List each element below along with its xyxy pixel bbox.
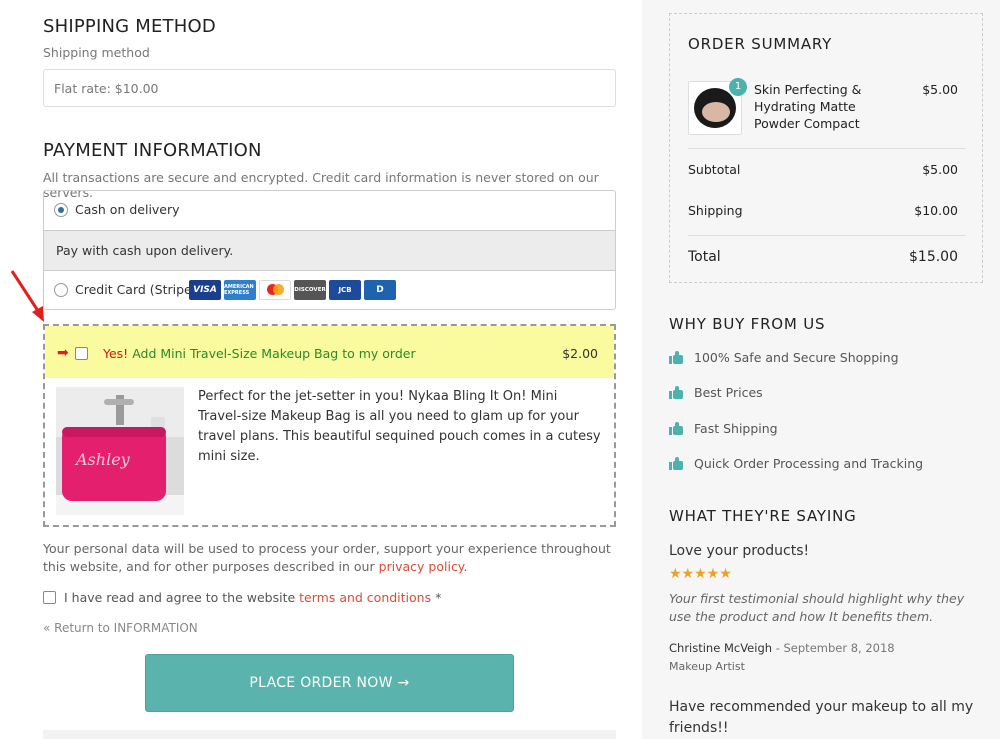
why-item: Best Prices [669,385,763,400]
terms-row: I have read and agree to the website ter… [43,590,441,605]
terms-checkbox[interactable] [43,591,56,604]
shipping-method-label: Shipping method [43,45,150,60]
testimonial-author-role: Makeup Artist [669,660,745,673]
why-item: Quick Order Processing and Tracking [669,456,923,471]
order-summary-heading: ORDER SUMMARY [688,35,833,53]
upsell-product-image: Ashley [56,387,184,515]
subtotal-label: Subtotal [688,162,741,177]
card-icons: VISA AMERICAN EXPRESS DISCOVER JCB D [189,280,396,300]
arrow-right-icon: ➡ [57,345,69,361]
upsell-description: Perfect for the jet-setter in you! Nykaa… [198,389,601,464]
upsell-price: $2.00 [562,346,598,361]
privacy-policy-link[interactable]: privacy policy [379,559,464,574]
thumbs-up-icon [669,386,683,399]
privacy-notice: Your personal data will be used to proce… [43,541,611,574]
upsell-header[interactable]: ➡ Yes! Add Mini Travel-Size Makeup Bag t… [45,326,614,378]
thumbs-up-icon [669,457,683,470]
return-link[interactable]: « Return to INFORMATION [43,621,198,635]
bottom-divider [43,730,616,739]
place-order-button[interactable]: PLACE ORDER NOW → [145,654,514,712]
thumbs-up-icon [669,422,683,435]
payment-option-cod[interactable]: Cash on delivery [44,191,615,230]
testimonial-title: Love your products! [669,543,810,559]
sidebar: ORDER SUMMARY 1 Skin Perfecting & Hydrat… [642,0,1000,739]
discover-icon: DISCOVER [294,280,326,300]
cod-label[interactable]: Cash on delivery [75,202,180,217]
subtotal-value: $5.00 [922,162,958,177]
why-item: Fast Shipping [669,421,778,436]
shipping-heading: SHIPPING METHOD [43,16,216,37]
total-label: Total [688,249,721,265]
cod-radio[interactable] [54,203,68,217]
product-price: $5.00 [922,82,958,97]
testimonial-text: Your first testimonial should highlight … [669,591,965,624]
product-name: Skin Perfecting & Hydrating Matte Powder… [754,82,862,131]
stripe-radio[interactable] [54,283,68,297]
thumbs-up-icon [669,351,683,364]
total-value: $15.00 [909,249,958,265]
testimonials-heading: WHAT THEY'RE SAYING [669,507,857,525]
upsell-title[interactable]: Yes! Add Mini Travel-Size Makeup Bag to … [103,346,416,361]
svg-text:Ashley: Ashley [74,450,131,469]
divider [688,235,966,236]
stripe-label[interactable]: Credit Card (Stripe) [75,282,197,297]
shipping-label: Shipping [688,203,743,218]
cod-description: Pay with cash upon delivery. [44,230,615,271]
divider [688,148,966,149]
why-item: 100% Safe and Secure Shopping [669,350,899,365]
testimonial-title: Have recommended your makeup to all my f… [669,699,974,736]
terms-link[interactable]: terms and conditions [299,590,431,605]
payment-options: Cash on delivery Pay with cash upon deli… [43,190,616,310]
amex-icon: AMERICAN EXPRESS [224,280,256,300]
shipping-value: $10.00 [914,203,958,218]
annotation-arrow-icon [10,270,44,322]
star-rating-icon: ★★★★★ [669,566,732,582]
quantity-badge: 1 [729,78,747,96]
upsell-offer: ➡ Yes! Add Mini Travel-Size Makeup Bag t… [43,324,616,527]
why-buy-heading: WHY BUY FROM US [669,315,826,333]
jcb-icon: JCB [329,280,361,300]
checkout-form: SHIPPING METHOD Shipping method Flat rat… [0,0,642,739]
payment-heading: PAYMENT INFORMATION [43,140,262,161]
mastercard-icon [259,280,291,300]
testimonial-author: Christine McVeigh - September 8, 2018 [669,641,895,655]
order-summary: ORDER SUMMARY 1 Skin Perfecting & Hydrat… [669,13,983,283]
payment-option-stripe[interactable]: Credit Card (Stripe) VISA AMERICAN EXPRE… [44,271,615,311]
diners-club-icon: D [364,280,396,300]
shipping-method-select[interactable]: Flat rate: $10.00 [43,69,616,107]
visa-icon: VISA [189,280,221,300]
upsell-checkbox[interactable] [75,347,88,360]
